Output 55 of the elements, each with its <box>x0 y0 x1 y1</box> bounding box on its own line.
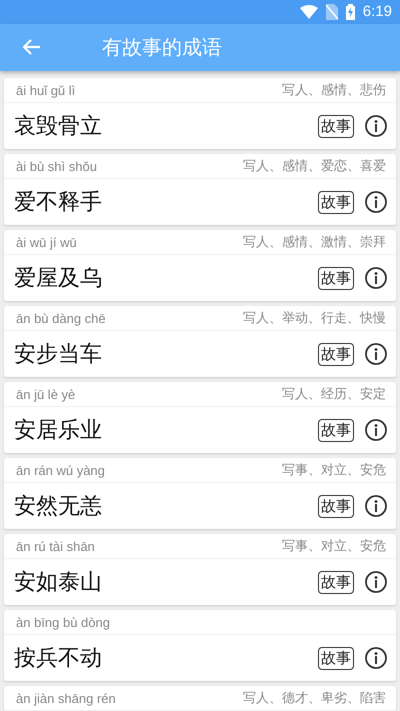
screen-title: 有故事的成语 <box>102 34 222 61</box>
pinyin-text: ài wū jí wū <box>16 234 77 250</box>
category-tags: 写人、举动、行走、快慢 <box>243 309 386 327</box>
pinyin-text: ān rú tài shān <box>16 538 95 554</box>
idiom-text: 按兵不动 <box>14 645 103 673</box>
idiom-text: 爱不释手 <box>14 189 103 217</box>
story-button[interactable]: 故事 <box>318 494 354 518</box>
info-icon[interactable] <box>364 494 388 518</box>
idiom-text: 安步当车 <box>14 341 103 369</box>
info-icon[interactable] <box>364 190 388 214</box>
story-button[interactable]: 故事 <box>318 190 354 214</box>
idiom-card[interactable]: ān bù dàng chē 写人、举动、行走、快慢 安步当车 故事 <box>4 306 396 377</box>
no-sim-icon <box>326 4 338 20</box>
story-button[interactable]: 故事 <box>318 646 354 670</box>
story-button[interactable]: 故事 <box>318 266 354 290</box>
category-tags: 写人、感情、激情、崇拜 <box>243 233 386 251</box>
idiom-text: 安居乐业 <box>14 417 103 445</box>
category-tags: 写人、经历、安定 <box>282 385 386 403</box>
info-icon[interactable] <box>364 418 388 442</box>
idiom-text: 哀毁骨立 <box>14 113 103 141</box>
idiom-text: 安然无恙 <box>14 493 103 521</box>
battery-charging-icon <box>346 4 355 20</box>
pinyin-text: āi huǐ gǔ lì <box>16 82 76 98</box>
idiom-card[interactable]: ān rán wú yàng 写事、对立、安危 安然无恙 故事 <box>4 458 396 529</box>
idiom-text: 爱屋及乌 <box>14 265 103 293</box>
idiom-card[interactable]: ài bù shì shǒu 写人、感情、爱恋、喜爱 爱不释手 故事 <box>4 154 396 225</box>
story-button[interactable]: 故事 <box>318 418 354 442</box>
idiom-card[interactable]: āi huǐ gǔ lì 写人、感情、悲伤 哀毁骨立 故事 <box>4 78 396 149</box>
idiom-card[interactable]: ài wū jí wū 写人、感情、激情、崇拜 爱屋及乌 故事 <box>4 230 396 301</box>
idiom-card[interactable]: ān rú tài shān 写事、对立、安危 安如泰山 故事 <box>4 534 396 605</box>
info-icon[interactable] <box>364 646 388 670</box>
pinyin-text: ān rán wú yàng <box>16 462 105 478</box>
info-icon[interactable] <box>364 342 388 366</box>
info-icon[interactable] <box>364 114 388 138</box>
info-icon[interactable] <box>364 266 388 290</box>
idiom-card[interactable]: ān jū lè yè 写人、经历、安定 安居乐业 故事 <box>4 382 396 453</box>
status-time: 6:19 <box>362 3 392 20</box>
story-button[interactable]: 故事 <box>318 570 354 594</box>
category-tags: 写人、德才、卑劣、陷害 <box>243 689 386 707</box>
category-tags: 写人、感情、爱恋、喜爱 <box>243 157 386 175</box>
pinyin-text: ān bù dàng chē <box>16 310 106 326</box>
story-button[interactable]: 故事 <box>318 114 354 138</box>
category-tags: 写事、对立、安危 <box>282 461 386 479</box>
category-tags: 写人、感情、悲伤 <box>282 81 386 99</box>
wifi-icon <box>300 4 318 19</box>
idiom-text: 安如泰山 <box>14 569 103 597</box>
pinyin-text: ài bù shì shǒu <box>16 158 97 174</box>
story-button[interactable]: 故事 <box>318 342 354 366</box>
idiom-card[interactable]: àn bīng bù dòng 按兵不动 故事 <box>4 610 396 681</box>
info-icon[interactable] <box>364 570 388 594</box>
pinyin-text: ān jū lè yè <box>16 386 76 402</box>
pinyin-text: àn jiàn shāng rén <box>16 690 116 706</box>
pinyin-text: àn bīng bù dòng <box>16 614 110 630</box>
category-tags: 写事、对立、安危 <box>282 537 386 555</box>
idiom-card[interactable]: àn jiàn shāng rén 写人、德才、卑劣、陷害 <box>4 686 396 711</box>
